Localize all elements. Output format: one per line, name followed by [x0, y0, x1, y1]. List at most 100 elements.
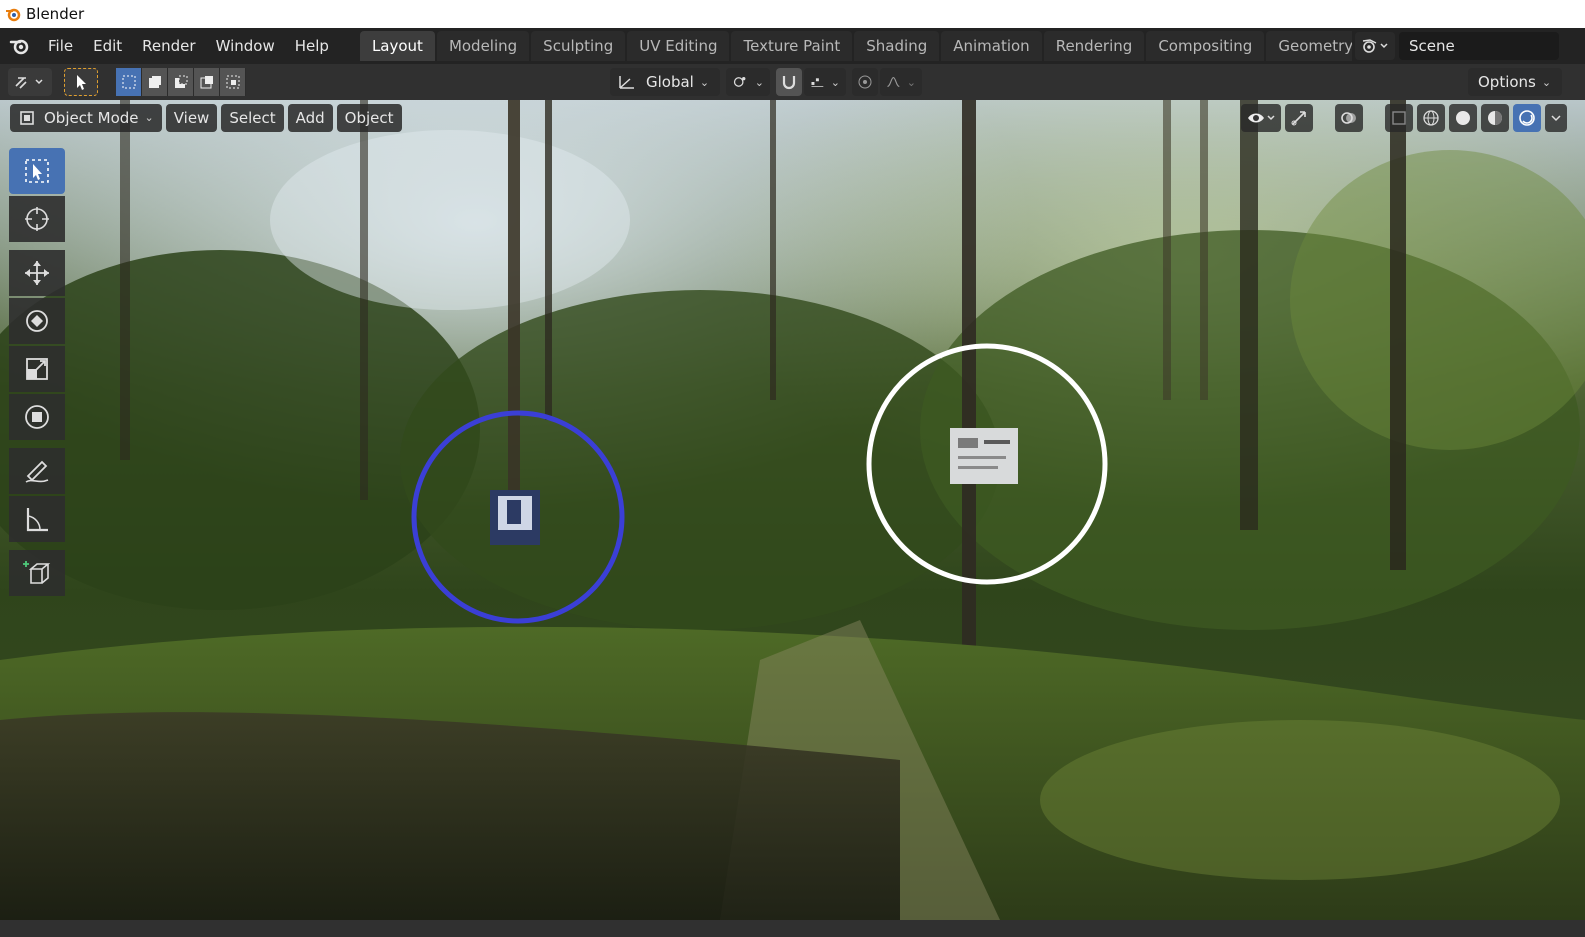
gizmo-icon [1291, 111, 1306, 126]
scene-selector: Scene [1355, 32, 1585, 60]
object-mode-dropdown[interactable]: Object Mode ⌄ [10, 104, 162, 132]
tab-uv-editing[interactable]: UV Editing [627, 31, 730, 61]
menu-select[interactable]: Select [221, 104, 284, 132]
select-intersect-icon[interactable] [220, 68, 246, 96]
object-mode-icon [20, 111, 34, 125]
snap-increment-icon [811, 78, 824, 87]
add-cube-tool[interactable] [9, 550, 65, 596]
measure-tool[interactable] [9, 496, 65, 542]
eye-icon [1248, 113, 1275, 123]
tool-shelf [9, 148, 65, 598]
gizmo-chevron-icon[interactable] [1317, 104, 1331, 132]
selection-mode-group [116, 68, 246, 96]
forest-scene-image [0, 100, 1585, 920]
transform-tool[interactable] [9, 394, 65, 440]
scene-icon [1362, 39, 1388, 53]
shading-solid[interactable] [1449, 104, 1477, 132]
chevron-down-icon: ⌄ [906, 75, 916, 89]
scene-browse-button[interactable] [1355, 32, 1395, 60]
tab-compositing[interactable]: Compositing [1146, 31, 1265, 61]
menu-render[interactable]: Render [132, 32, 205, 60]
blender-menu-icon[interactable] [2, 28, 38, 64]
shading-options-chevron-icon[interactable] [1545, 104, 1567, 132]
chevron-down-icon: ⌄ [830, 75, 840, 89]
menu-help[interactable]: Help [285, 32, 339, 60]
select-new-icon[interactable] [116, 68, 142, 96]
tab-modeling[interactable]: Modeling [436, 31, 530, 61]
move-tool[interactable] [9, 250, 65, 296]
3d-viewport[interactable] [0, 100, 1585, 920]
overlay-toggle[interactable] [1335, 104, 1363, 132]
add-cube-icon [23, 561, 51, 584]
tab-layout[interactable]: Layout [359, 31, 435, 61]
scale-icon [26, 358, 48, 380]
proportional-edit-icon [858, 75, 872, 89]
select-extend-icon[interactable] [142, 68, 168, 96]
viewport-display-controls [1241, 104, 1567, 132]
tab-animation[interactable]: Animation [941, 31, 1042, 61]
object-mode-label: Object Mode [44, 109, 139, 127]
measure-ruler-icon [26, 508, 48, 532]
editor-type-icon [15, 77, 43, 89]
orientation-label: Global [646, 73, 694, 91]
menu-add[interactable]: Add [287, 104, 333, 132]
menu-object[interactable]: Object [336, 104, 402, 132]
proportional-falloff-dropdown[interactable]: ⌄ [880, 68, 922, 96]
shading-material[interactable] [1481, 104, 1509, 132]
select-box-tool[interactable] [9, 148, 65, 194]
magnet-icon [782, 76, 796, 90]
3d-cursor-icon [25, 207, 49, 231]
select-box-icon [25, 159, 49, 183]
tool-header: Global ⌄ ⌄ ⌄ ⌄ Options ⌄ [0, 64, 1585, 100]
overlay-icon [1341, 112, 1356, 124]
menu-file[interactable]: File [38, 32, 83, 60]
pivot-icon [733, 76, 746, 87]
scale-tool[interactable] [9, 346, 65, 392]
proportional-edit-toggle[interactable] [852, 68, 878, 96]
shading-rendered[interactable] [1513, 104, 1541, 132]
gizmo-toggle[interactable] [1285, 104, 1313, 132]
scene-name-field[interactable]: Scene [1399, 32, 1559, 60]
solid-sphere-icon [1456, 111, 1470, 125]
tab-texture-paint[interactable]: Texture Paint [731, 31, 853, 61]
tab-rendering[interactable]: Rendering [1043, 31, 1145, 61]
options-dropdown[interactable]: Options ⌄ [1468, 68, 1562, 96]
tab-sculpting[interactable]: Sculpting [531, 31, 626, 61]
menu-edit[interactable]: Edit [83, 32, 132, 60]
select-subtract-icon[interactable] [168, 68, 194, 96]
cursor-tool[interactable] [9, 196, 65, 242]
select-invert-icon[interactable] [194, 68, 220, 96]
rotate-tool[interactable] [9, 298, 65, 344]
blender-logo-icon [2, 3, 24, 25]
menu-window[interactable]: Window [206, 32, 285, 60]
snap-toggle[interactable] [776, 68, 802, 96]
overlay-chevron-icon[interactable] [1367, 104, 1381, 132]
pivot-point-dropdown[interactable]: ⌄ [726, 68, 770, 96]
transform-orientation-dropdown[interactable]: Global ⌄ [610, 68, 720, 96]
chevron-down-icon: ⌄ [144, 111, 154, 124]
chevron-down-icon: ⌄ [699, 75, 710, 89]
chevron-down-icon: ⌄ [1541, 75, 1552, 89]
rendered-sphere-icon [1519, 110, 1535, 126]
xray-toggle[interactable] [1385, 104, 1413, 132]
snap-target-dropdown[interactable]: ⌄ [804, 68, 846, 96]
menu-view[interactable]: View [165, 104, 218, 132]
falloff-curve-icon [887, 77, 900, 87]
select-tool-button[interactable] [64, 68, 98, 96]
status-bar [0, 920, 1585, 937]
chevron-down-icon: ⌄ [754, 75, 764, 89]
scene-new-icon[interactable] [1559, 32, 1585, 60]
workspace-tabs: Layout Modeling Sculpting UV Editing Tex… [359, 28, 1352, 64]
transform-icon [25, 405, 49, 429]
window-titlebar: Blender [0, 0, 1585, 28]
visibility-dropdown[interactable] [1241, 104, 1281, 132]
viewport-header: Object Mode ⌄ View Select Add Object [10, 104, 402, 132]
editor-type-button[interactable] [8, 68, 52, 96]
tab-geometry-nodes[interactable]: Geometry Nc [1266, 31, 1352, 61]
annotate-tool[interactable] [9, 448, 65, 494]
shading-wireframe[interactable] [1417, 104, 1445, 132]
material-sphere-icon [1488, 111, 1502, 125]
cursor-arrow-icon [77, 75, 86, 90]
rotate-icon [26, 310, 48, 332]
tab-shading[interactable]: Shading [854, 31, 940, 61]
